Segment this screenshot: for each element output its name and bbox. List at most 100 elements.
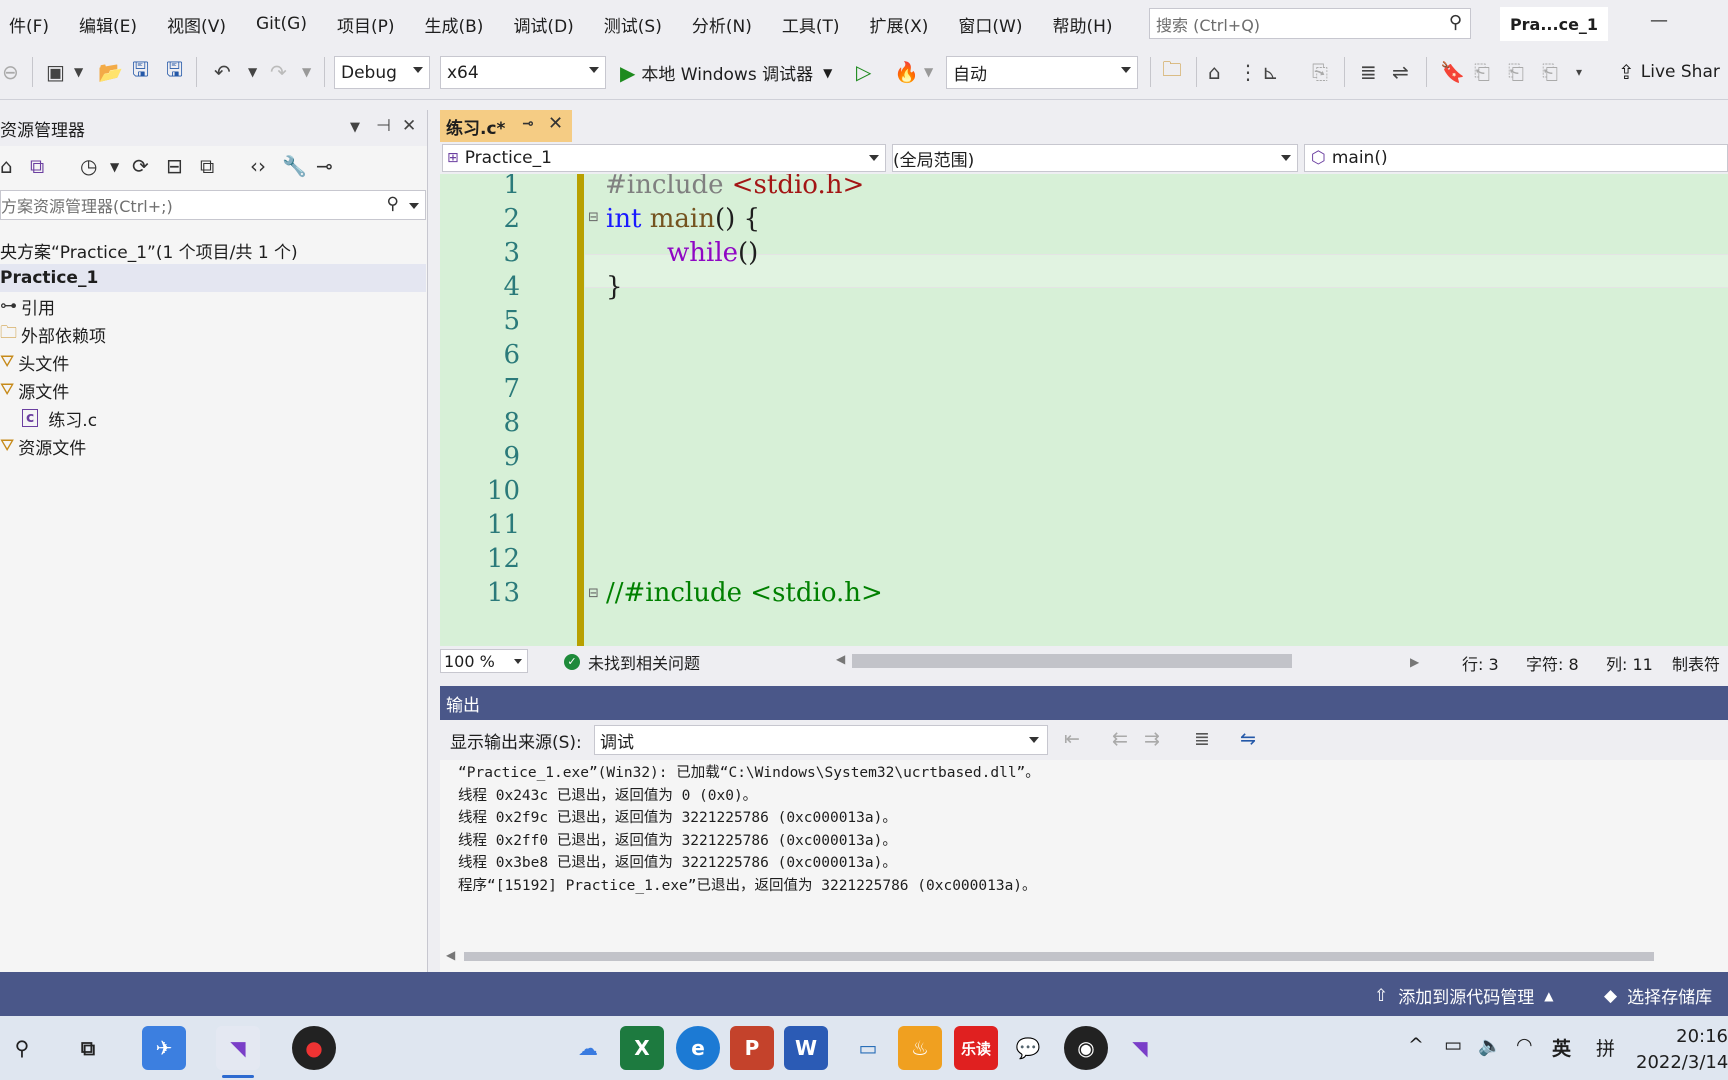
bookmark-icon[interactable]: 🔖	[1440, 58, 1465, 86]
output-log[interactable]: “Practice_1.exe”(Win32): 已加载“C:\Windows\…	[440, 760, 1728, 940]
platform-dropdown[interactable]: x64	[440, 56, 606, 89]
obs-recording-app-icon[interactable]: ●	[292, 1026, 336, 1070]
zoom-dropdown[interactable]: 100 %	[440, 649, 528, 673]
scope-dropdown[interactable]: (全局范围)	[892, 144, 1298, 172]
project-dropdown[interactable]: ⊞ Practice_1	[442, 144, 886, 172]
collapse-all-icon[interactable]: ⊟	[166, 154, 183, 178]
clear-all-icon[interactable]: ≣	[1194, 728, 1210, 750]
tree-item-source-files[interactable]: ⛛ 源文件	[0, 376, 69, 404]
battery-icon[interactable]: ▭	[1444, 1034, 1462, 1056]
tab-source-file[interactable]: 练习.c* ⊸ ✕	[440, 110, 572, 142]
undo-icon[interactable]: ↶	[214, 58, 231, 86]
menu-analyze[interactable]: 分析(N)	[677, 12, 767, 37]
save-all-icon[interactable]: 🖫	[166, 57, 183, 86]
edge-browser-icon[interactable]: e	[676, 1026, 720, 1070]
pending-changes-icon[interactable]: ◷	[80, 154, 97, 178]
visual-studio-app-icon-2[interactable]: ◥	[1118, 1026, 1162, 1070]
tabs-mode-indicator[interactable]: 制表符	[1672, 651, 1720, 675]
redo-icon[interactable]: ↷	[270, 58, 287, 86]
refresh-icon[interactable]: ⟳	[132, 154, 149, 178]
excel-app-icon[interactable]: X	[620, 1026, 664, 1070]
undo-dropdown-icon[interactable]: ▼	[248, 58, 257, 86]
next-message-icon[interactable]: ⇉	[1144, 728, 1160, 750]
wechat-app-icon[interactable]: 💬	[1006, 1026, 1050, 1070]
obs-app-icon[interactable]: ◉	[1064, 1026, 1108, 1070]
menu-edit[interactable]: 编辑(E)	[64, 12, 152, 37]
code-editor[interactable]: 1 2 3 4 5 6 7 8 9 10 11 12 13 #include <…	[440, 174, 1728, 646]
word-app-icon[interactable]: W	[784, 1026, 828, 1070]
home-icon[interactable]: ⌂	[0, 154, 13, 178]
tree-item-references[interactable]: ⊶ 引用	[0, 292, 55, 320]
menu-help[interactable]: 帮助(H)	[1038, 12, 1128, 37]
navigate-forward-icon[interactable]: ⊖	[2, 58, 19, 86]
pin-icon[interactable]: ⊸	[522, 116, 534, 132]
network-icon[interactable]: ◠	[1516, 1034, 1533, 1056]
live-share-button[interactable]: ⇪ Live Shar	[1618, 60, 1720, 84]
solution-search-input[interactable]: 方案资源管理器(Ctrl+;) ⚲	[0, 190, 426, 220]
go-to-message-icon[interactable]: ⇤	[1064, 728, 1080, 750]
collapse-icon[interactable]: ⊟	[588, 586, 599, 601]
save-icon[interactable]: 🖫	[132, 57, 149, 86]
show-all-files-icon[interactable]: ⧉	[200, 154, 214, 178]
start-without-debugging-icon[interactable]: ▷	[856, 58, 871, 86]
prev-bookmark-icon[interactable]: ⎗	[1474, 58, 1490, 86]
comment-icon[interactable]: ≣	[1360, 58, 1377, 86]
issues-indicator[interactable]: ✓ 未找到相关问题	[564, 650, 700, 674]
search-icon[interactable]: ⚲	[0, 1026, 44, 1070]
computer-app-icon[interactable]: ▭	[846, 1026, 890, 1070]
menu-view[interactable]: 视图(V)	[152, 12, 241, 37]
tree-item-solution[interactable]: 央方案“Practice_1”(1 个项目/共 1 个)	[0, 236, 298, 264]
hot-reload-dropdown-icon[interactable]: ▼	[924, 58, 933, 86]
menu-build[interactable]: 生成(B)	[410, 12, 499, 37]
member-dropdown[interactable]: ⬡ main()	[1304, 144, 1728, 172]
powerpoint-app-icon[interactable]: P	[730, 1026, 774, 1070]
outdent-icon[interactable]: ⎘	[1312, 58, 1328, 86]
clear-bookmarks-icon[interactable]: ⎗	[1542, 58, 1558, 86]
close-icon[interactable]: ✕	[548, 113, 563, 134]
next-bookmark-icon[interactable]: ⎗	[1508, 58, 1524, 86]
menu-debug[interactable]: 调试(D)	[498, 12, 588, 37]
volume-icon[interactable]: 🔈	[1478, 1034, 1502, 1057]
clock[interactable]: 20:16 2022/3/14	[1636, 1024, 1728, 1076]
scroll-left-icon[interactable]: ◀	[836, 652, 845, 666]
output-source-dropdown[interactable]: 调试	[594, 725, 1048, 755]
redo-dropdown-icon[interactable]: ▼	[302, 58, 311, 86]
ledu-app-icon[interactable]: 乐读	[954, 1026, 998, 1070]
previous-message-icon[interactable]: ⇇	[1112, 728, 1128, 750]
menu-window[interactable]: 窗口(W)	[943, 12, 1037, 37]
properties-icon[interactable]: 🔧	[282, 154, 307, 178]
pending-changes-dropdown-icon[interactable]: ▼	[110, 160, 119, 174]
layout-icon[interactable]: ⌂	[1208, 58, 1221, 86]
tree-item-resource-files[interactable]: ⛛ 资源文件	[0, 432, 86, 460]
solution-name-badge[interactable]: Pra...ce_1	[1500, 7, 1608, 41]
word-wrap-icon[interactable]: ⇋	[1240, 728, 1256, 750]
shield-app-icon[interactable]: ♨	[898, 1026, 942, 1070]
show-hidden-icons-icon[interactable]: ^	[1408, 1034, 1424, 1056]
auto-dropdown[interactable]: 自动	[946, 56, 1138, 89]
scrollbar-thumb[interactable]	[464, 952, 1654, 961]
config-dropdown[interactable]: Debug	[334, 56, 430, 89]
pin-icon[interactable]: ⊣	[376, 116, 391, 136]
indent-icon[interactable]: ⊾	[1262, 58, 1279, 86]
baidu-netdisk-app-icon[interactable]: ☁	[566, 1026, 610, 1070]
search-input[interactable]: 搜索 (Ctrl+Q) ⚲	[1149, 8, 1471, 39]
menu-project[interactable]: 项目(P)	[322, 12, 410, 37]
ime-indicator[interactable]: 英	[1552, 1034, 1571, 1061]
menu-file[interactable]: 件(F)	[0, 12, 64, 37]
visual-studio-app-icon[interactable]: ◥	[216, 1026, 260, 1078]
tree-item-header-files[interactable]: ⛛ 头文件	[0, 348, 69, 376]
minimize-icon[interactable]: —	[1650, 10, 1668, 31]
start-debugging-button[interactable]: ▶ 本地 Windows 调试器 ▼	[620, 56, 832, 89]
preview-icon[interactable]: ⊸	[316, 154, 333, 178]
menu-test[interactable]: 测试(S)	[589, 12, 677, 37]
panel-menu-icon[interactable]: ▼	[350, 120, 360, 135]
task-view-icon[interactable]: ⧉	[66, 1026, 110, 1070]
scrollbar-thumb[interactable]	[852, 654, 1292, 668]
collapse-icon[interactable]: ⊟	[588, 210, 599, 225]
chevron-down-icon[interactable]	[409, 203, 419, 209]
tree-item-source-file[interactable]: c 练习.c	[22, 404, 97, 432]
scroll-left-icon[interactable]: ◀	[446, 948, 455, 962]
toolbar-overflow-icon[interactable]: ▾	[1576, 58, 1582, 86]
scroll-right-icon[interactable]: ▶	[1410, 655, 1419, 669]
tree-item-project[interactable]: Practice_1	[0, 264, 426, 292]
